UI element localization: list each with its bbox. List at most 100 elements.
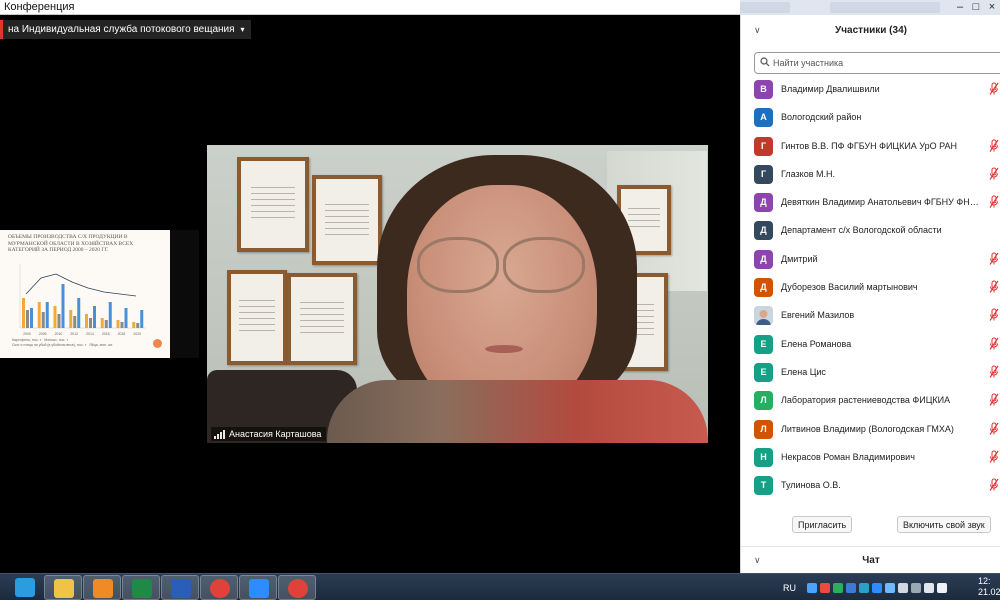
- avatar: Е: [754, 362, 773, 382]
- mic-muted-icon[interactable]: [989, 195, 999, 209]
- mic-muted-icon[interactable]: [989, 393, 999, 407]
- slide-chart-bar: [104, 320, 108, 328]
- participant-row[interactable]: Т Тулинова О.В.: [741, 472, 1000, 500]
- mic-muted-icon[interactable]: [989, 478, 999, 492]
- action-center-flag-icon[interactable]: [937, 582, 947, 593]
- mic-muted-icon[interactable]: [989, 365, 999, 379]
- language-indicator[interactable]: RU: [783, 583, 796, 593]
- tray-icon[interactable]: [859, 582, 869, 593]
- participant-row[interactable]: Евгений Мазилов: [741, 302, 1000, 330]
- avatar: Г: [754, 164, 773, 184]
- taskbar-excel[interactable]: [122, 575, 160, 600]
- taskbar-word[interactable]: [161, 575, 199, 600]
- internet-explorer-icon: [15, 578, 35, 597]
- legend-item: Молоко, тыс. т: [44, 338, 68, 342]
- avatar: Д: [754, 193, 773, 213]
- participant-name: Некрасов Роман Владимирович: [781, 451, 915, 462]
- participant-row[interactable]: Г Глазков М.Н.: [741, 161, 1000, 189]
- chat-header[interactable]: ∨ Чат: [741, 546, 1000, 573]
- minimize-button[interactable]: –: [952, 0, 968, 15]
- participant-row[interactable]: А Вологодский район: [741, 104, 1000, 132]
- tray-icon[interactable]: [820, 582, 830, 593]
- participant-row[interactable]: Л Литвинов Владимир (Вологодская ГМХА): [741, 416, 1000, 444]
- chrome-icon: [288, 579, 308, 598]
- tray-icon[interactable]: [846, 582, 856, 593]
- mic-muted-icon[interactable]: [989, 450, 999, 464]
- volume-icon[interactable]: [924, 582, 934, 593]
- search-input[interactable]: [773, 54, 993, 72]
- wall-certificate: [312, 175, 382, 265]
- slide-chart-x-label: 2010: [55, 332, 63, 336]
- maximize-button[interactable]: □: [968, 0, 984, 15]
- signal-strength-icon: [214, 429, 225, 439]
- tray-icon[interactable]: [833, 582, 843, 593]
- avatar: А: [754, 108, 773, 128]
- slide-chart-bar: [69, 310, 73, 328]
- system-clock[interactable]: 12: 21.02: [978, 576, 1000, 598]
- mic-muted-icon[interactable]: [989, 139, 999, 153]
- slide-chart-bar: [30, 308, 33, 328]
- slide-chart-x-label: 2014: [86, 332, 94, 336]
- participant-name: Елена Романова: [781, 338, 852, 349]
- mic-muted-icon[interactable]: [989, 422, 999, 436]
- participants-title: Участники (34): [835, 25, 907, 36]
- mic-muted-icon[interactable]: [989, 337, 999, 351]
- clock-time: 12:: [978, 576, 991, 586]
- chevron-down-icon[interactable]: ▾: [241, 25, 245, 34]
- participant-name: Департамент с/х Вологодской области: [781, 225, 942, 236]
- slide-chart-x-label: 2012: [70, 332, 78, 336]
- slide-chart-bar: [45, 302, 49, 328]
- mic-muted-icon[interactable]: [989, 308, 999, 322]
- mic-muted-icon[interactable]: [989, 82, 999, 96]
- taskbar-internet-explorer[interactable]: [6, 575, 44, 600]
- avatar: [754, 306, 773, 326]
- presentation-slide: Объемы производства с/х продукции в Мурм…: [0, 230, 170, 358]
- participant-row[interactable]: В Владимир Двалишвили: [741, 76, 1000, 104]
- word-icon: [171, 579, 191, 598]
- participant-name-tag: Анастасия Карташова: [211, 427, 327, 441]
- participant-name: Литвинов Владимир (Вологодская ГМХА): [781, 423, 954, 434]
- taskbar-chrome[interactable]: [200, 575, 238, 600]
- main-video-feed[interactable]: Анастасия Карташова: [207, 145, 708, 443]
- participant-row[interactable]: Е Елена Цис: [741, 359, 1000, 387]
- close-button[interactable]: ×: [984, 0, 1000, 15]
- mic-muted-icon[interactable]: [989, 167, 999, 181]
- participant-row[interactable]: Г Гинтов В.В. ПФ ФГБУН ФИЦКИА УрО РАН: [741, 133, 1000, 161]
- mic-muted-icon[interactable]: [989, 252, 999, 266]
- taskbar-media-player[interactable]: [83, 575, 121, 600]
- slide-chart-bar: [41, 312, 45, 328]
- slide-chart-bar: [89, 318, 92, 328]
- unmute-button[interactable]: Включить свой звук: [897, 516, 991, 533]
- slide-chart-bar: [120, 322, 124, 328]
- invite-button[interactable]: Пригласить: [792, 516, 853, 533]
- excel-icon: [132, 579, 152, 598]
- participant-row[interactable]: Д Дуборезов Василий мартынович: [741, 274, 1000, 302]
- slide-legend: Картофель, тыс. т Молоко, тыс. т Скот и …: [12, 338, 132, 347]
- participant-row[interactable]: Е Елена Романова: [741, 331, 1000, 359]
- tray-icon[interactable]: [885, 582, 895, 593]
- taskbar-zoom[interactable]: [239, 575, 277, 600]
- legend-item: Яйца, млн. шт.: [89, 342, 113, 347]
- zoom-tray-icon[interactable]: [872, 582, 882, 593]
- participant-row[interactable]: Д Дмитрий: [741, 246, 1000, 274]
- tray-icon[interactable]: [807, 582, 817, 593]
- live-stream-banner[interactable]: на Индивидуальная служба потокового веща…: [0, 20, 251, 39]
- shared-screen-thumbnail[interactable]: Объемы производства с/х продукции в Мурм…: [0, 230, 199, 358]
- slide-decoration: [153, 339, 162, 348]
- taskbar-file-explorer[interactable]: [44, 575, 82, 600]
- mic-muted-icon[interactable]: [989, 280, 999, 294]
- participant-row[interactable]: Д Департамент с/х Вологодской области: [741, 217, 1000, 245]
- tray-icon[interactable]: [911, 582, 921, 593]
- avatar: Е: [754, 334, 773, 354]
- chrome-icon: [210, 579, 230, 598]
- tray-icon[interactable]: [898, 582, 908, 593]
- participant-search[interactable]: [754, 52, 1000, 74]
- taskbar-chrome[interactable]: [278, 575, 316, 600]
- participant-name: Лаборатория растениеводства ФИЦКИА: [781, 395, 951, 406]
- slide-chart-bar: [116, 320, 120, 328]
- avatar: Л: [754, 419, 773, 439]
- participant-row[interactable]: Л Лаборатория растениеводства ФИЦКИА: [741, 387, 1000, 415]
- participant-row[interactable]: Д Девяткин Владимир Анатольевич ФГБНУ ФНЦ…: [741, 189, 1000, 217]
- participant-row[interactable]: Н Некрасов Роман Владимирович: [741, 444, 1000, 472]
- slide-chart-bar: [132, 322, 136, 328]
